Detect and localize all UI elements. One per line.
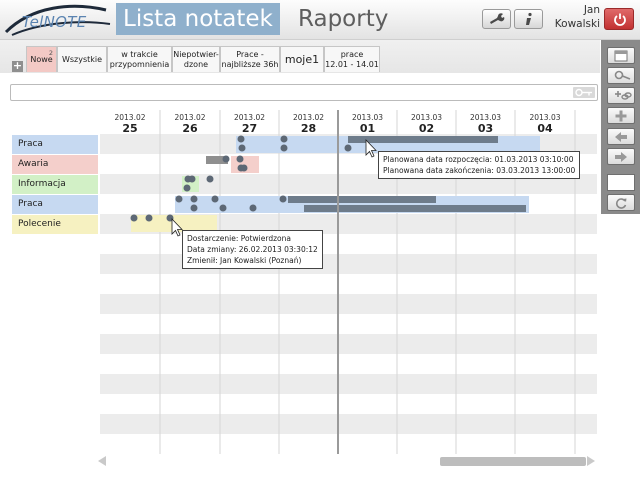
grid-row [100,294,597,314]
planned-range-bar[interactable] [348,136,498,143]
day-header-month: 2013.02 [174,113,205,122]
event-dot[interactable] [145,214,153,222]
grid-row [100,274,597,294]
day-header-day: 26 [182,122,198,135]
day-header-month: 2013.02 [234,113,265,122]
scroll-left-arrow[interactable] [98,456,106,466]
event-dot[interactable] [211,195,219,203]
grid-row [100,314,597,334]
day-header-day: 01 [360,122,375,135]
tooltip-changed-by: Zmienił: Jan Kowalski (Poznań) [187,256,302,265]
event-dot[interactable] [183,184,191,192]
event-dot[interactable] [219,204,227,212]
event-dot[interactable] [190,204,198,212]
event-dot[interactable] [190,195,198,203]
grid-row [100,234,597,254]
planned-dates-tooltip: Planowana data rozpoczęcia: 01.03.2013 0… [378,151,581,179]
day-header-month: 2013.03 [352,113,383,122]
grid-row [100,394,597,414]
event-dot[interactable] [249,204,257,212]
tooltip-planned-end: Planowana data zakończenia: 03.03.2013 1… [383,166,576,175]
tooltip-change-date: Data zmiany: 26.02.2013 03:30:12 [187,245,318,254]
event-dot[interactable] [280,135,288,143]
tooltip-delivery-status: Dostarczenie: Potwierdzona [187,234,291,243]
scrollbar-thumb[interactable] [440,457,586,466]
event-dot[interactable] [238,144,246,152]
day-header-month: 2013.03 [529,113,560,122]
event-dot[interactable] [130,214,138,222]
event-dot[interactable] [188,175,196,183]
event-dot[interactable] [222,155,230,163]
event-dot[interactable] [279,195,287,203]
day-header-day: 27 [242,122,257,135]
grid-row [100,434,597,454]
day-header-day: 02 [419,122,434,135]
event-dot[interactable] [280,144,288,152]
delivery-tooltip: Dostarczenie: Potwierdzona Data zmiany: … [182,230,323,269]
day-header-day: 28 [301,122,316,135]
tooltip-planned-start: Planowana data rozpoczęcia: 01.03.2013 0… [383,155,574,164]
grid-row [100,374,597,394]
day-header-month: 2013.02 [114,113,145,122]
event-dot[interactable] [240,164,248,172]
event-dot[interactable] [237,135,245,143]
grid-row [100,254,597,274]
event-dot[interactable] [236,155,244,163]
day-header-day: 03 [478,122,493,135]
day-header-month: 2013.03 [470,113,501,122]
event-dot[interactable] [344,144,352,152]
event-dot[interactable] [175,195,183,203]
day-header-day: 25 [122,122,137,135]
day-header-month: 2013.02 [293,113,324,122]
grid-row [100,414,597,434]
day-header-month: 2013.03 [411,113,442,122]
grid-row [100,334,597,354]
day-header-day: 04 [537,122,553,135]
grid-row [100,354,597,374]
planned-range-bar[interactable] [288,196,436,203]
scroll-right-arrow[interactable] [587,456,595,466]
event-dot[interactable] [206,175,214,183]
